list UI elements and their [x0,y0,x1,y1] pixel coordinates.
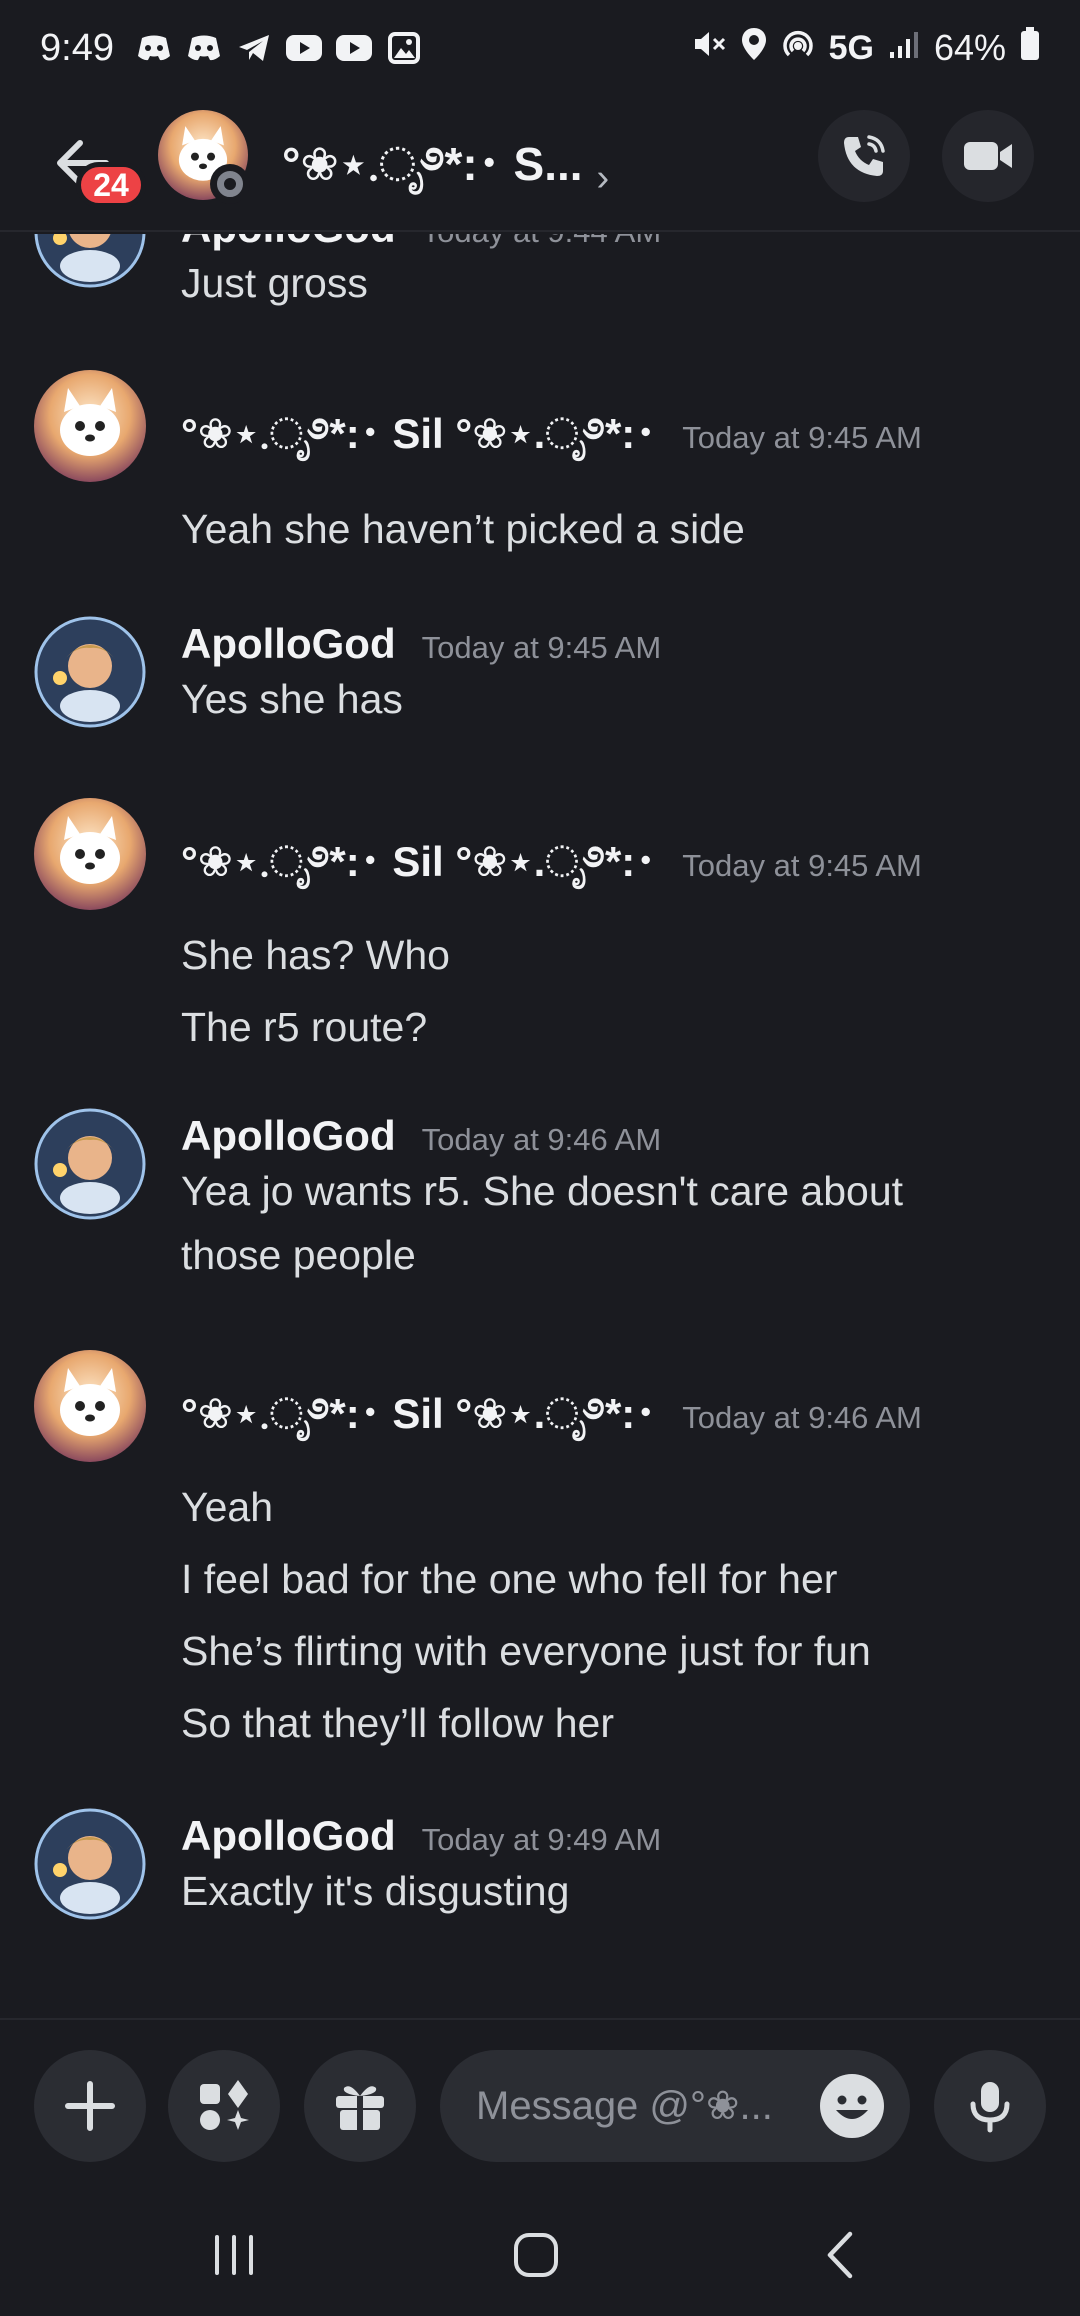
emoji-button[interactable] [820,2074,884,2138]
gift-icon [336,2086,384,2130]
network-type: 5G [828,28,874,67]
telegram-notification-icon [234,32,274,64]
message-timestamp: Today at 9:44 AM [422,234,662,250]
dm-title[interactable]: °❀⋆.ೃ࿔*:･ S... › [282,114,609,243]
avatar-apollogod[interactable] [34,234,146,288]
dm-header: 24 °❀⋆.ೃ࿔*:･ S... › [0,96,1080,232]
message-author[interactable]: ApolloGod [181,1812,396,1860]
message-header: °❀⋆.ೃ࿔*:･ Sil °❀⋆.ೃ࿔*:･ Today at 9:45 AM [181,386,922,505]
message-author[interactable]: ApolloGod [181,234,396,252]
message-author[interactable]: °❀⋆.ೃ࿔*:･ Sil °❀⋆.ೃ࿔*:･ [181,386,656,505]
discord-notification-icon [134,32,174,64]
apps-icon [200,2080,249,2130]
microphone-icon [970,2082,1010,2133]
signal-icon [888,27,920,69]
message-header: ApolloGod Today at 9:46 AM [181,1112,661,1160]
discord-notification-icon [184,32,224,64]
avatar-apollogod[interactable] [34,616,146,728]
message-input[interactable]: Message @°❀... [440,2050,910,2162]
mute-icon [693,27,727,69]
plus-icon [65,2081,115,2131]
avatar-apollogod[interactable] [34,1108,146,1220]
message-text: those people [181,1232,416,1278]
message-author[interactable]: °❀⋆.ೃ࿔*:･ Sil °❀⋆.ೃ࿔*:･ [181,814,656,933]
message-header: ApolloGod Today at 9:49 AM [181,1812,661,1860]
hotspot-icon [781,27,815,70]
recent-apps-icon [215,2235,253,2275]
battery-icon [1020,26,1040,70]
home-button[interactable] [496,2220,576,2290]
avatar-sil[interactable] [34,798,146,910]
offline-status-indicator [210,164,250,204]
recent-apps-button[interactable] [194,2220,274,2290]
message-header: °❀⋆.ೃ࿔*:･ Sil °❀⋆.ೃ࿔*:･ Today at 9:45 AM [181,814,922,933]
message-timestamp: Today at 9:45 AM [682,420,922,455]
notification-icons [134,32,424,64]
message-header: ApolloGod Today at 9:44 AM [181,234,661,252]
message-timestamp: Today at 9:46 AM [421,1122,662,1157]
apps-button[interactable] [168,2050,280,2162]
message-author[interactable]: ApolloGod [181,1112,396,1160]
status-right: 5G 64% [693,26,1040,70]
message-timestamp: Today at 9:46 AM [682,1400,922,1435]
unread-badge: 24 [76,162,146,208]
message-header: °❀⋆.ೃ࿔*:･ Sil °❀⋆.ೃ࿔*:･ Today at 9:46 AM [181,1366,922,1485]
chevron-right-icon: › [596,157,610,199]
message-text: Just gross [181,260,368,306]
avatar-apollogod[interactable] [34,1808,146,1920]
status-time: 9:49 [40,26,114,69]
message-text: She’s flirting with everyone just for fu… [181,1628,871,1674]
status-bar: 9:49 5G 64% [0,0,1080,96]
message-input-placeholder: Message @°❀... [476,2084,773,2128]
back-nav-button[interactable] [800,2220,880,2290]
dm-title-text: °❀⋆.ೃ࿔*:･ S... [282,138,583,190]
message-composer: Message @°❀... [0,2018,1080,2188]
avatar-sil[interactable] [34,370,146,482]
message-text: Exactly it's disgusting [181,1868,570,1914]
message-text: So that they’ll follow her [181,1700,615,1746]
voice-call-button[interactable] [818,110,910,202]
message-text: I feel bad for the one who fell for her [181,1556,838,1602]
message-list[interactable]: ApolloGod Today at 9:44 AM Just gross °❀… [0,234,1080,2016]
message-text: Yea jo wants r5. She doesn't care about [181,1168,904,1214]
add-attachment-button[interactable] [34,2050,146,2162]
message-timestamp: Today at 9:45 AM [421,630,662,665]
gallery-notification-icon [384,32,424,64]
message-timestamp: Today at 9:49 AM [421,1822,662,1857]
message-text: Yeah [181,1484,273,1530]
battery-level: 64% [933,27,1006,68]
message-text: The r5 route? [181,1004,428,1050]
chevron-left-icon [827,2231,853,2279]
message-text: She has? Who [181,932,450,978]
voice-message-button[interactable] [934,2050,1046,2162]
message-author[interactable]: ApolloGod [181,620,396,668]
system-navigation-bar [0,2190,1080,2316]
video-camera-icon [964,142,1012,170]
message-text: Yeah she haven’t picked a side [181,506,745,552]
youtube-notification-icon [284,32,324,64]
avatar-sil[interactable] [34,1350,146,1462]
home-icon [514,2233,558,2277]
youtube-notification-icon [334,32,374,64]
gift-button[interactable] [304,2050,416,2162]
message-author[interactable]: °❀⋆.ೃ࿔*:･ Sil °❀⋆.ೃ࿔*:･ [181,1366,656,1485]
message-text: Yes she has [181,676,403,722]
message-header: ApolloGod Today at 9:45 AM [181,620,661,668]
emoji-icon [822,2076,882,2136]
video-call-button[interactable] [942,110,1034,202]
message-timestamp: Today at 9:45 AM [682,848,922,883]
phone-icon [844,135,885,176]
location-icon [741,27,767,70]
